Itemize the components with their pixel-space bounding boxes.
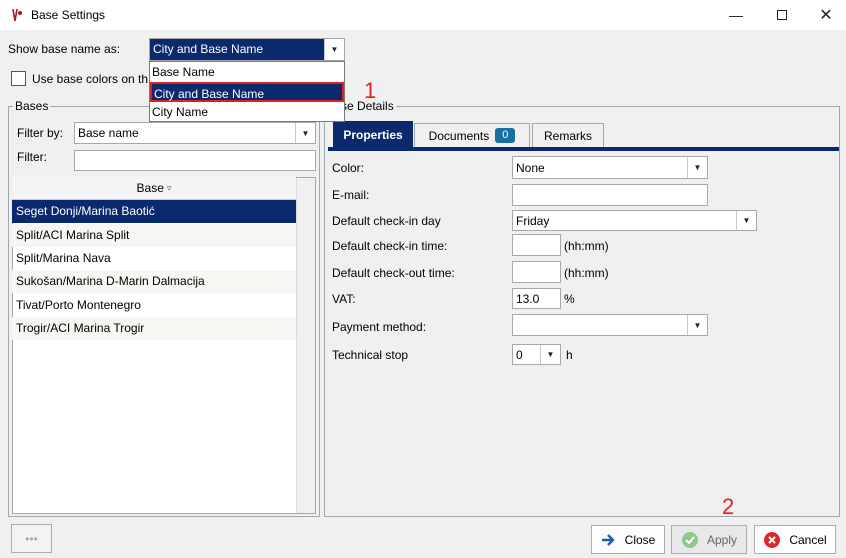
chevron-down-icon[interactable]: ▼ bbox=[736, 211, 756, 230]
checkin-time-hint: (hh:mm) bbox=[564, 239, 609, 253]
filter-label: Filter: bbox=[17, 150, 47, 164]
dropdown-option-city-name[interactable]: City Name bbox=[150, 102, 344, 122]
table-row[interactable]: Trogir/ACI Marina Trogir bbox=[12, 317, 296, 340]
tab-remarks[interactable]: Remarks bbox=[532, 123, 604, 147]
use-base-colors-label: Use base colors on th bbox=[32, 72, 149, 86]
sort-icon: ▿ bbox=[166, 182, 172, 193]
table-row[interactable]: Sukošan/Marina D-Marin Dalmacija bbox=[12, 270, 296, 293]
vat-field[interactable]: 13.0 bbox=[512, 288, 561, 309]
checkmark-icon bbox=[681, 531, 698, 548]
close-button-label: Close bbox=[624, 532, 656, 547]
chevron-down-icon[interactable]: ▼ bbox=[324, 39, 344, 60]
tab-remarks-label: Remarks bbox=[543, 128, 592, 143]
arrow-right-icon bbox=[601, 533, 615, 546]
technical-stop-unit: h bbox=[566, 348, 573, 362]
chevron-down-icon[interactable]: ▼ bbox=[295, 123, 315, 143]
minimize-icon: — bbox=[729, 7, 743, 23]
checkout-time-field[interactable] bbox=[512, 261, 561, 283]
checkin-day-value: Friday bbox=[516, 213, 550, 228]
chevron-down-icon[interactable]: ▼ bbox=[687, 157, 707, 178]
app-logo-icon bbox=[12, 8, 22, 22]
checkin-day-select[interactable]: Friday ▼ bbox=[512, 210, 757, 231]
tab-documents[interactable]: Documents 0 bbox=[414, 123, 530, 147]
window-title: Base Settings bbox=[31, 8, 106, 22]
email-label: E-mail: bbox=[332, 188, 370, 202]
technical-stop-select[interactable]: 0 ▼ bbox=[512, 344, 561, 365]
annotation-step-2: 2 bbox=[722, 494, 735, 519]
close-icon: ✕ bbox=[819, 7, 833, 24]
checkin-time-label: Default check-in time: bbox=[332, 239, 448, 253]
chevron-down-icon[interactable]: ▼ bbox=[687, 315, 707, 335]
maximize-button[interactable] bbox=[759, 0, 805, 30]
checkout-time-label: Default check-out time: bbox=[332, 266, 455, 280]
more-button-label: ••• bbox=[25, 531, 38, 546]
technical-stop-value: 0 bbox=[516, 347, 523, 362]
vat-label: VAT: bbox=[332, 292, 356, 306]
show-base-name-select[interactable]: City and Base Name ▼ bbox=[149, 38, 345, 61]
show-base-name-value: City and Base Name bbox=[150, 39, 324, 60]
filter-by-label: Filter by: bbox=[17, 126, 64, 140]
base-details-group-title: se Details bbox=[339, 99, 396, 113]
filter-by-select[interactable]: Base name ▼ bbox=[74, 122, 316, 144]
base-column-header-label: Base bbox=[136, 181, 164, 195]
show-base-name-label: Show base name as: bbox=[8, 42, 121, 56]
column-divider bbox=[296, 200, 297, 340]
cancel-button[interactable]: Cancel bbox=[754, 525, 836, 554]
color-label: Color: bbox=[332, 161, 365, 175]
table-row[interactable]: Seget Donji/Marina Baotić bbox=[12, 200, 296, 223]
show-base-name-dropdown: Base Name City and Base Name City Name bbox=[149, 61, 345, 122]
bases-group-title: Bases bbox=[13, 99, 51, 113]
tab-properties[interactable]: Properties bbox=[333, 121, 413, 147]
payment-method-select[interactable]: ▼ bbox=[512, 314, 708, 336]
checkin-time-field[interactable] bbox=[512, 234, 561, 256]
window-close-button[interactable]: ✕ bbox=[803, 0, 846, 30]
close-button[interactable]: Close bbox=[591, 525, 665, 554]
documents-count-badge: 0 bbox=[495, 128, 516, 143]
tab-properties-label: Properties bbox=[343, 127, 403, 142]
more-button[interactable]: ••• bbox=[11, 524, 52, 553]
title-bar: Base Settings — ✕ bbox=[0, 0, 846, 30]
use-base-colors-checkbox[interactable] bbox=[11, 71, 26, 86]
maximize-icon bbox=[777, 10, 787, 20]
filter-by-value: Base name bbox=[78, 126, 139, 140]
technical-stop-label: Technical stop bbox=[332, 348, 409, 362]
tab-documents-label: Documents bbox=[428, 128, 490, 143]
email-field[interactable] bbox=[512, 184, 708, 206]
table-row[interactable]: Tivat/Porto Montenegro bbox=[12, 294, 296, 317]
chevron-down-icon[interactable]: ▼ bbox=[540, 345, 560, 364]
tab-underline bbox=[328, 147, 839, 151]
bases-table-scrollbar[interactable] bbox=[296, 178, 315, 513]
filter-input[interactable] bbox=[74, 150, 316, 171]
dropdown-option-city-and-base-name[interactable]: City and Base Name bbox=[150, 82, 344, 102]
table-row[interactable]: Split/ACI Marina Split bbox=[12, 224, 296, 247]
apply-button[interactable]: Apply bbox=[671, 525, 747, 554]
base-column-header[interactable]: Base ▿ bbox=[12, 177, 296, 200]
checkin-day-label: Default check-in day bbox=[332, 214, 441, 228]
dropdown-option-base-name[interactable]: Base Name bbox=[150, 62, 344, 82]
apply-button-label: Apply bbox=[706, 532, 738, 547]
payment-method-label: Payment method: bbox=[332, 320, 427, 334]
minimize-button[interactable]: — bbox=[713, 0, 759, 30]
vat-unit: % bbox=[564, 292, 575, 306]
cancel-icon bbox=[764, 531, 781, 548]
table-row[interactable]: Split/Marina Nava bbox=[12, 247, 296, 270]
cancel-button-label: Cancel bbox=[789, 532, 827, 547]
color-select[interactable]: None ▼ bbox=[512, 156, 708, 179]
checkout-time-hint: (hh:mm) bbox=[564, 266, 609, 280]
color-value: None bbox=[516, 160, 545, 175]
